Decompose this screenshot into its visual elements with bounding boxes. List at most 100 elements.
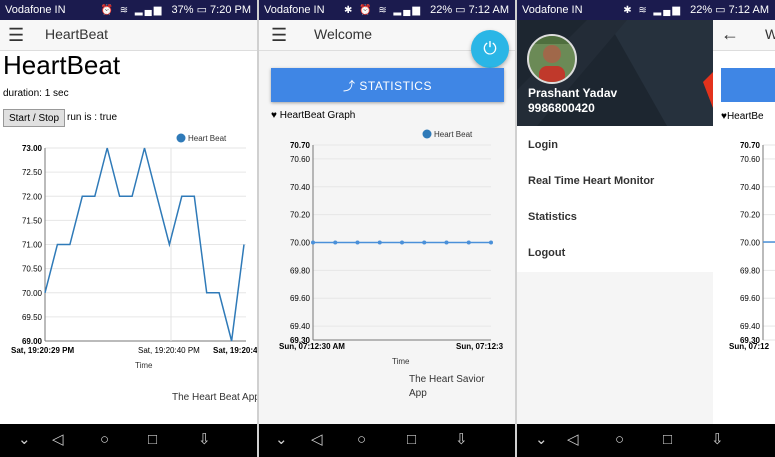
- recents-icon[interactable]: □: [407, 431, 416, 449]
- graph-title-text: HeartBe: [726, 111, 764, 122]
- data-point: [333, 240, 338, 245]
- system-nav-bar: ⌄ ◁ ○ □ ⇩: [0, 424, 257, 457]
- screen-heartbeat: Vodafone IN ⏰ ≋ ▂▄▆ 37% ▭ 7:20 PM ☰ Hear…: [0, 0, 257, 457]
- y-tick-label: 73.00: [22, 144, 43, 153]
- collapse-chevron-icon[interactable]: ⌄: [535, 431, 548, 449]
- y-grid: [45, 147, 246, 342]
- legend-label: Heart Beat: [434, 130, 473, 139]
- data-point: [377, 240, 382, 245]
- system-nav-bar: ⌄ ◁ ○ □ ⇩: [517, 424, 775, 457]
- x-tick-label: Sat, 19:20:40 PM: [138, 346, 200, 355]
- status-icons: ✱ ⏰ ≋ ▂▄▆: [344, 5, 423, 16]
- y-tick-label: 72.00: [22, 192, 43, 201]
- trending-up-icon: ⤴: [343, 78, 360, 93]
- x-axis-label: Time: [135, 361, 153, 370]
- notification-pull-icon[interactable]: ⇩: [455, 431, 468, 449]
- app-bar-title: HeartBeat: [45, 26, 109, 42]
- hamburger-menu-icon[interactable]: ☰: [271, 26, 287, 44]
- battery-level: 22%: [690, 4, 713, 16]
- graph-title: ♥ HeartBeat Graph: [271, 110, 355, 121]
- data-point: [444, 240, 449, 245]
- y-tick-labels: 73.00 72.50 72.00 71.50 71.00 70.50 70.00 69.50…: [22, 144, 43, 346]
- back-icon[interactable]: ◁: [52, 431, 64, 449]
- user-phone: 9986800420: [528, 101, 595, 115]
- back-icon[interactable]: ◁: [311, 431, 323, 449]
- hamburger-menu-icon[interactable]: ☰: [8, 26, 24, 44]
- status-icons: ⏰ ≋ ▂▄▆: [100, 5, 164, 16]
- menu-item-logout[interactable]: Logout: [528, 247, 565, 259]
- menu-item-login[interactable]: Login: [528, 139, 558, 151]
- graph-title: ♥HeartBe: [721, 111, 764, 122]
- drawer-header: Prashant Yadav 9986800420: [517, 20, 713, 126]
- menu-item-real-time-heart-monitor[interactable]: Real Time Heart Monitor: [528, 175, 654, 187]
- drawer-menu: Login Real Time Heart Monitor Statistics…: [517, 126, 713, 272]
- start-stop-button[interactable]: Start / Stop: [3, 109, 65, 127]
- y-tick-label: 69.00: [22, 337, 43, 346]
- clock: 7:12 AM: [468, 4, 509, 16]
- battery-level: 22%: [430, 4, 453, 16]
- y-tick-label: 69.80: [740, 266, 761, 275]
- battery-icon: ▭: [455, 4, 466, 16]
- back-icon[interactable]: ◁: [567, 431, 579, 449]
- home-icon[interactable]: ○: [100, 431, 109, 449]
- y-tick-label: 69.50: [22, 313, 43, 322]
- recents-icon[interactable]: □: [663, 431, 672, 449]
- heartbeat-stats-chart-partial: 70.70 70.60 70.40 70.20 70.00 69.80 69.60 69.40…: [729, 141, 775, 351]
- carrier-label: Vodafone IN: [5, 4, 66, 16]
- y-tick-label: 69.40: [740, 322, 761, 331]
- data-point: [466, 240, 471, 245]
- statistics-button[interactable]: ⤴ STATISTICS: [271, 68, 504, 102]
- notification-pull-icon[interactable]: ⇩: [198, 431, 211, 449]
- notification-pull-icon[interactable]: ⇩: [711, 431, 724, 449]
- home-icon[interactable]: ○: [615, 431, 624, 449]
- back-arrow-icon[interactable]: ←: [721, 25, 739, 43]
- user-avatar: [527, 34, 577, 84]
- battery-icon: ▭: [196, 4, 207, 16]
- battery-icon: ▭: [715, 4, 726, 16]
- collapse-chevron-icon[interactable]: ⌄: [275, 431, 288, 449]
- y-tick-label: 70.50: [22, 265, 43, 274]
- app-bar: ← W: [713, 20, 775, 51]
- heartbeat-line-chart: 73.00 72.50 72.00 71.50 71.00 70.50 70.00 69.50…: [11, 133, 257, 370]
- y-tick-label: 70.00: [740, 239, 761, 248]
- y-tick-label: 70.00: [290, 239, 311, 248]
- y-tick-label: 70.20: [740, 211, 761, 220]
- x-tick-label: Sat, 19:20:4: [213, 346, 257, 355]
- x-tick-label: Sun, 07:12:30 AM: [279, 342, 345, 351]
- heartbeat-stats-chart: 70.70 70.60 70.40 70.20 70.00 69.80 69.60 69.40…: [279, 129, 504, 366]
- clock: 7:20 PM: [210, 4, 251, 16]
- y-tick-label: 70.70: [290, 141, 311, 150]
- carrier-label: Vodafone IN: [264, 4, 325, 16]
- y-tick-label: 71.50: [22, 216, 43, 225]
- collapse-chevron-icon[interactable]: ⌄: [18, 431, 31, 449]
- app-footer-text: The Heart Beat App: [172, 392, 257, 403]
- app-bar: ☰ HeartBeat: [0, 20, 257, 51]
- screen-welcome: Vodafone IN ✱ ⏰ ≋ ▂▄▆ 22% ▭ 7:12 AM ☰ We…: [259, 0, 515, 457]
- menu-item-statistics[interactable]: Statistics: [528, 211, 577, 223]
- y-tick-label: 70.60: [290, 155, 311, 164]
- x-tick-label: Sat, 19:20:29 PM: [11, 346, 74, 355]
- data-point: [489, 240, 493, 245]
- power-fab-button[interactable]: ⏻: [471, 30, 509, 68]
- y-tick-label: 69.80: [290, 266, 311, 275]
- y-tick-label: 69.60: [740, 294, 761, 303]
- system-nav-bar: ⌄ ◁ ○ □ ⇩: [259, 424, 515, 457]
- legend-marker: [422, 129, 432, 139]
- screen-drawer-open: Vodafone IN ✱ ≋ ▂▄▆ 22% ▭ 7:12 AM ← W ♥H…: [517, 0, 775, 457]
- status-bar: Vodafone IN ✱ ≋ ▂▄▆ 22% ▭ 7:12 AM: [517, 0, 775, 20]
- y-tick-label: 70.00: [22, 289, 43, 298]
- recents-icon[interactable]: □: [148, 431, 157, 449]
- carrier-label: Vodafone IN: [522, 4, 583, 16]
- y-tick-label: 71.00: [22, 241, 43, 250]
- graph-title-text: HeartBeat Graph: [279, 110, 356, 121]
- statistics-button[interactable]: [721, 68, 775, 102]
- run-status-label: run is : true: [67, 112, 118, 123]
- y-tick-label: 70.70: [740, 141, 761, 150]
- x-tick-label: Sun, 07:12: [729, 342, 770, 351]
- data-point: [422, 240, 427, 245]
- y-tick-label: 69.40: [290, 322, 311, 331]
- data-point: [400, 240, 404, 245]
- user-name: Prashant Yadav: [528, 86, 618, 100]
- home-icon[interactable]: ○: [357, 431, 366, 449]
- x-tick-label: Sun, 07:12:3: [456, 342, 504, 351]
